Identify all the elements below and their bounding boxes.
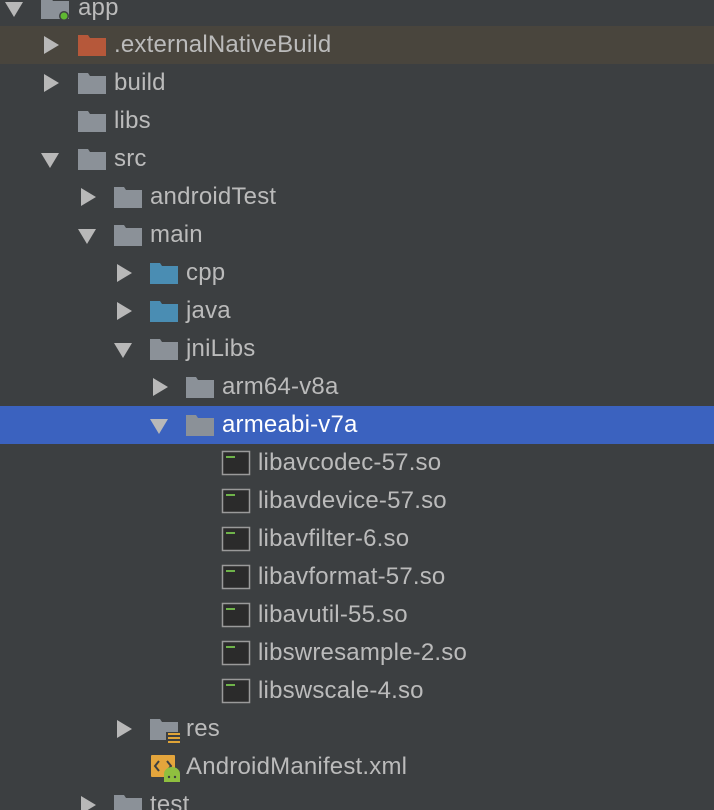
tree-row-main[interactable]: main [0, 216, 714, 254]
collapse-arrow-icon[interactable] [149, 406, 171, 444]
tree-row-res[interactable]: res [0, 710, 714, 748]
tree-row-file[interactable]: libswscale-4.so [0, 672, 714, 710]
tree-row-file[interactable]: libavdevice-57.so [0, 482, 714, 520]
collapse-arrow-icon[interactable] [4, 0, 26, 27]
binary-file-icon [221, 482, 251, 520]
tree-label-libs: libs [114, 107, 151, 134]
tree-row-file[interactable]: libavformat-57.so [0, 558, 714, 596]
tree-label-file: libswresample-2.so [258, 639, 468, 666]
tree-row-jni-libs[interactable]: jniLibs [0, 330, 714, 368]
module-folder-icon [40, 0, 70, 27]
tree-label-android-test: androidTest [150, 183, 277, 210]
tree-row-file[interactable]: libavutil-55.so [0, 596, 714, 634]
binary-file-icon [221, 444, 251, 482]
tree-row-src[interactable]: src [0, 140, 714, 178]
tree-label-file: libswscale-4.so [258, 677, 424, 704]
binary-file-icon [221, 558, 251, 596]
folder-icon [77, 140, 107, 178]
source-folder-icon [149, 254, 179, 292]
folder-icon [185, 368, 215, 406]
expand-arrow-icon[interactable] [149, 368, 171, 406]
expand-arrow-icon[interactable] [113, 710, 135, 748]
tree-row-file[interactable]: libswresample-2.so [0, 634, 714, 672]
tree-row-file[interactable]: libavfilter-6.so [0, 520, 714, 558]
binary-file-icon [221, 596, 251, 634]
project-tree: app .externalNativeBuild build libs src [0, 0, 714, 810]
tree-label-file: libavcodec-57.so [258, 449, 442, 476]
tree-label-file: libavutil-55.so [258, 601, 408, 628]
folder-icon [113, 178, 143, 216]
tree-row-build[interactable]: build [0, 64, 714, 102]
folder-icon [113, 786, 143, 810]
tree-label-file: libavformat-57.so [258, 563, 446, 590]
expand-arrow-icon[interactable] [77, 786, 99, 810]
expand-arrow-icon[interactable] [40, 26, 62, 64]
expand-arrow-icon[interactable] [77, 178, 99, 216]
folder-icon [77, 102, 107, 140]
tree-row-libs[interactable]: libs [0, 102, 714, 140]
tree-row-java[interactable]: java [0, 292, 714, 330]
tree-label-external-native-build: .externalNativeBuild [114, 31, 332, 58]
tree-label-android-manifest: AndroidManifest.xml [186, 753, 408, 780]
collapse-arrow-icon[interactable] [77, 216, 99, 254]
tree-label-arm64-v8a: arm64-v8a [222, 373, 339, 400]
binary-file-icon [221, 634, 251, 672]
tree-label-build: build [114, 69, 166, 96]
folder-icon [185, 406, 215, 444]
binary-file-icon [221, 520, 251, 558]
tree-label-file: libavdevice-57.so [258, 487, 447, 514]
expand-arrow-icon[interactable] [113, 292, 135, 330]
tree-label-app: app [78, 0, 119, 21]
tree-row-android-test[interactable]: androidTest [0, 178, 714, 216]
android-manifest-icon [149, 748, 180, 786]
resource-folder-icon [149, 710, 180, 748]
tree-label-src: src [114, 145, 147, 172]
folder-icon [149, 330, 179, 368]
expand-arrow-icon[interactable] [40, 64, 62, 102]
tree-label-res: res [186, 715, 220, 742]
tree-row-cpp[interactable]: cpp [0, 254, 714, 292]
tree-row-file[interactable]: libavcodec-57.so [0, 444, 714, 482]
tree-label-test: test [150, 791, 190, 810]
collapse-arrow-icon[interactable] [113, 330, 135, 368]
folder-icon [77, 64, 107, 102]
expand-arrow-icon[interactable] [113, 254, 135, 292]
tree-row-app[interactable]: app [0, 0, 714, 27]
tree-label-main: main [150, 221, 203, 248]
tree-row-arm64-v8a[interactable]: arm64-v8a [0, 368, 714, 406]
folder-icon [113, 216, 143, 254]
excluded-folder-icon [77, 26, 107, 64]
tree-row-armeabi-v7a[interactable]: armeabi-v7a [0, 406, 714, 444]
tree-label-jni-libs: jniLibs [186, 335, 256, 362]
tree-label-java: java [186, 297, 231, 324]
tree-row-android-manifest[interactable]: AndroidManifest.xml [0, 748, 714, 786]
collapse-arrow-icon[interactable] [40, 140, 62, 178]
tree-label-file: libavfilter-6.so [258, 525, 410, 552]
tree-label-cpp: cpp [186, 259, 226, 286]
tree-row-test[interactable]: test [0, 786, 714, 810]
tree-row-external-native-build[interactable]: .externalNativeBuild [0, 26, 714, 64]
source-folder-icon [149, 292, 179, 330]
tree-label-armeabi-v7a: armeabi-v7a [222, 411, 358, 438]
binary-file-icon [221, 672, 251, 710]
